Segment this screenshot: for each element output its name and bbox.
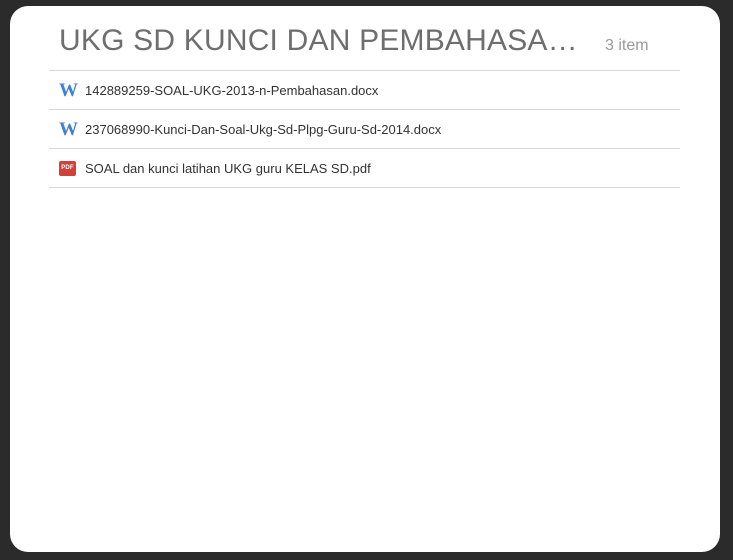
file-name[interactable]: SOAL dan kunci latihan UKG guru KELAS SD… xyxy=(85,161,371,176)
pdf-file-icon: PDF xyxy=(59,158,85,178)
folder-card: UKG SD KUNCI DAN PEMBAHASAN... 3 item W … xyxy=(10,6,720,552)
file-name[interactable]: 237068990-Kunci-Dan-Soal-Ukg-Sd-Plpg-Gur… xyxy=(85,122,441,137)
word-doc-glyph: W xyxy=(59,118,78,140)
file-row[interactable]: W 142889259-SOAL-UKG-2013-n-Pembahasan.d… xyxy=(49,71,680,110)
folder-title: UKG SD KUNCI DAN PEMBAHASAN... xyxy=(59,24,594,57)
file-row[interactable]: W 237068990-Kunci-Dan-Soal-Ukg-Sd-Plpg-G… xyxy=(49,110,680,149)
pdf-file-glyph: PDF xyxy=(59,160,76,176)
word-doc-glyph: W xyxy=(59,79,78,101)
file-list: W 142889259-SOAL-UKG-2013-n-Pembahasan.d… xyxy=(49,70,680,188)
item-count: 3 item xyxy=(605,37,649,54)
file-row[interactable]: PDF SOAL dan kunci latihan UKG guru KELA… xyxy=(49,149,680,188)
word-doc-icon: W xyxy=(59,119,85,139)
word-doc-icon: W xyxy=(59,80,85,100)
file-name[interactable]: 142889259-SOAL-UKG-2013-n-Pembahasan.doc… xyxy=(85,83,378,98)
folder-header: UKG SD KUNCI DAN PEMBAHASAN... 3 item xyxy=(59,24,680,70)
